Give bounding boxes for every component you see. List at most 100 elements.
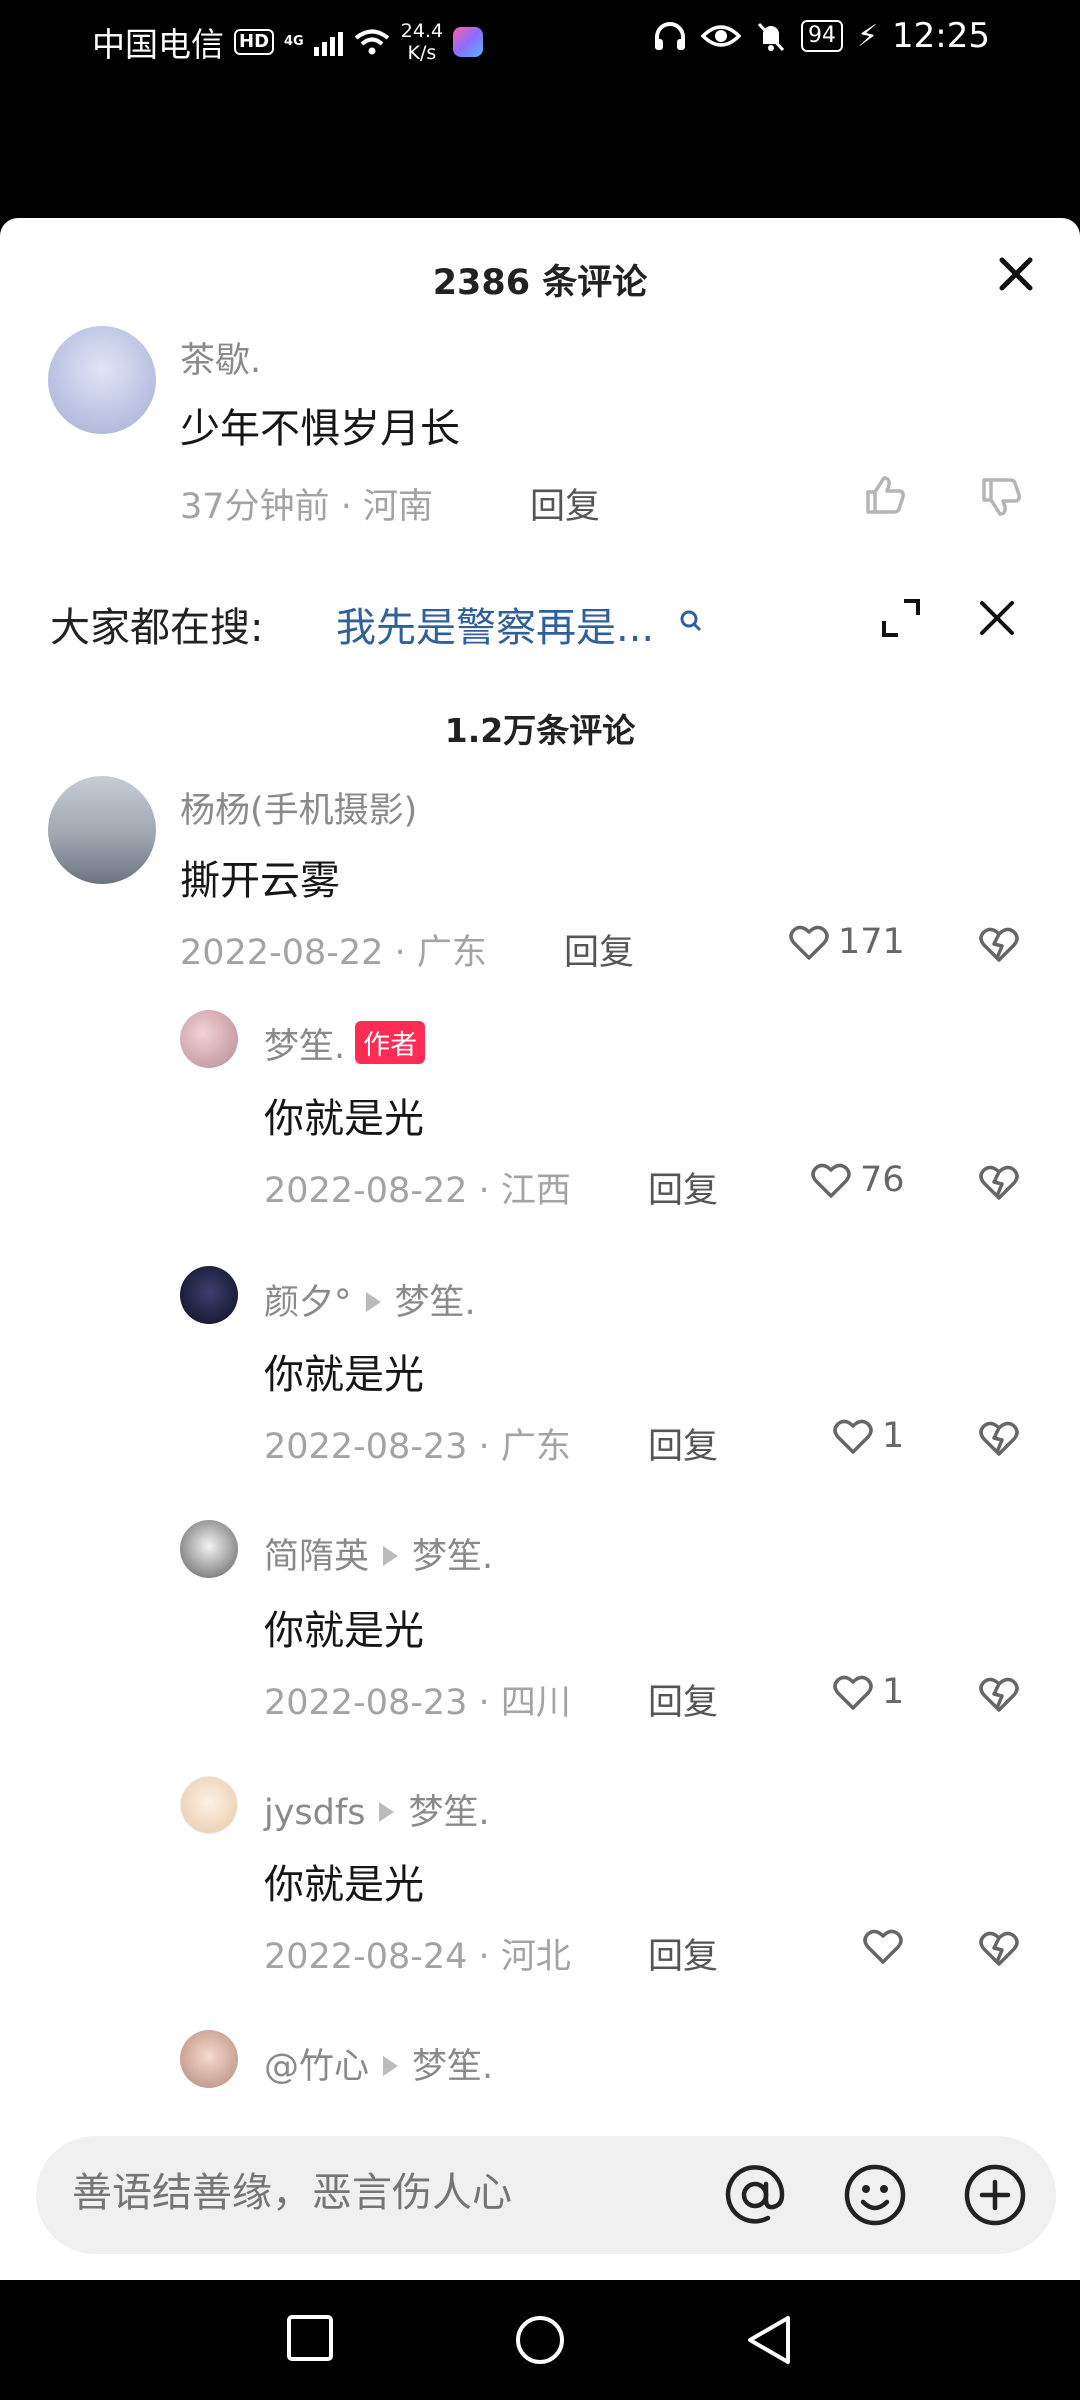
comment-location: 河北 bbox=[500, 1937, 571, 1977]
battery-icon: 94 bbox=[800, 20, 843, 52]
emoji-icon[interactable] bbox=[842, 2162, 908, 2228]
expand-icon[interactable] bbox=[878, 595, 924, 641]
meta-separator: · bbox=[340, 487, 363, 527]
heart-icon bbox=[863, 1929, 903, 1964]
avatar[interactable] bbox=[180, 1010, 238, 1068]
author-badge: 作者 bbox=[355, 1021, 426, 1064]
charging-icon: ⚡ bbox=[856, 18, 879, 54]
back-icon[interactable] bbox=[742, 2312, 794, 2368]
comment-date: 2022-08-23 bbox=[264, 1427, 468, 1467]
avatar[interactable] bbox=[48, 776, 156, 884]
comment-meta: 2022-08-22 · 江西 bbox=[264, 1162, 571, 1213]
reply-username: @竹心 bbox=[264, 2047, 370, 2087]
comment-location: 广东 bbox=[500, 1427, 571, 1467]
comment-username[interactable]: @竹心 梦笙. bbox=[264, 2038, 493, 2089]
headphones-icon bbox=[654, 22, 685, 50]
reply-to-username: 梦笙. bbox=[408, 1793, 490, 1833]
reply-to-username: 梦笙. bbox=[412, 1537, 494, 1577]
broken-heart-icon[interactable] bbox=[978, 1928, 1020, 1968]
comment-text: 你就是光 bbox=[264, 1096, 424, 1142]
reply-button[interactable]: 回复 bbox=[648, 1928, 718, 1979]
trending-search-bar: 大家都在搜: 我先是警察再是... bbox=[0, 573, 1080, 663]
reply-button[interactable]: 回复 bbox=[564, 924, 634, 975]
comment-date: 2022-08-23 bbox=[264, 1683, 468, 1723]
like-count: 171 bbox=[838, 922, 905, 962]
reply-username: 颜夕° bbox=[264, 1283, 352, 1323]
reply-username: 简隋英 bbox=[264, 1537, 370, 1577]
plus-icon[interactable] bbox=[962, 2162, 1028, 2228]
broken-heart-icon[interactable] bbox=[978, 924, 1020, 964]
avatar[interactable] bbox=[180, 2030, 238, 2088]
comment-text: 撕开云雾 bbox=[180, 858, 340, 904]
broken-heart-icon[interactable] bbox=[978, 1674, 1020, 1714]
heart-icon bbox=[811, 1163, 851, 1198]
speed-value: 24.4 bbox=[400, 20, 444, 42]
reply-username: jysdfs bbox=[264, 1793, 366, 1833]
like-count: 76 bbox=[860, 1160, 905, 1200]
meta-separator: · bbox=[478, 1683, 501, 1723]
close-icon[interactable] bbox=[992, 250, 1040, 298]
avatar[interactable] bbox=[180, 1266, 238, 1324]
trending-search-text: 我先是警察再是... bbox=[336, 605, 655, 651]
comment-count-title: 2386 条评论 bbox=[432, 263, 648, 303]
comment-date: 2022-08-22 bbox=[180, 933, 384, 973]
comment-text: 你就是光 bbox=[264, 1352, 424, 1398]
comment-username[interactable]: 颜夕° 梦笙. bbox=[264, 1274, 476, 1325]
meta-separator: · bbox=[478, 1427, 501, 1467]
like-button[interactable]: 1 bbox=[832, 1672, 904, 1712]
mute-bell-icon bbox=[757, 22, 785, 52]
reply-username: 梦笙. bbox=[264, 1027, 346, 1067]
reply-arrow-icon bbox=[365, 1292, 381, 1312]
comment-text: 少年不惧岁月长 bbox=[180, 406, 460, 452]
hd-icon: HD bbox=[234, 29, 275, 55]
reply-button[interactable]: 回复 bbox=[530, 478, 600, 529]
comment-sheet: 2386 条评论 茶歇. 少年不惧岁月长 37分钟前 · 河南 回复 大家都在搜… bbox=[0, 218, 1080, 2280]
app-notification-icon bbox=[453, 27, 484, 57]
like-count: 1 bbox=[882, 1672, 905, 1712]
like-button[interactable] bbox=[862, 1926, 904, 1966]
avatar[interactable] bbox=[180, 1520, 238, 1578]
reply-button[interactable]: 回复 bbox=[648, 1162, 718, 1213]
status-right: 94 ⚡ 12:25 bbox=[653, 16, 990, 56]
meta-separator: · bbox=[478, 1937, 501, 1977]
trending-search-query[interactable]: 我先是警察再是... bbox=[336, 595, 705, 653]
broken-heart-icon[interactable] bbox=[978, 1418, 1020, 1458]
thumb-down-icon[interactable] bbox=[978, 474, 1024, 520]
comment-date: 2022-08-22 bbox=[264, 1171, 468, 1211]
heart-icon bbox=[833, 1419, 873, 1454]
like-button[interactable]: 1 bbox=[832, 1416, 904, 1456]
comment-meta: 2022-08-23 · 四川 bbox=[264, 1674, 571, 1725]
like-button[interactable]: 171 bbox=[788, 922, 905, 962]
comment-date: 2022-08-24 bbox=[264, 1937, 468, 1977]
comment-username[interactable]: 简隋英 梦笙. bbox=[264, 1528, 493, 1579]
recent-apps-icon[interactable] bbox=[284, 2312, 336, 2364]
at-icon[interactable] bbox=[722, 2162, 788, 2228]
heart-icon bbox=[789, 925, 829, 960]
video-background bbox=[0, 78, 1080, 218]
dismiss-search-icon[interactable] bbox=[974, 595, 1020, 641]
reply-button[interactable]: 回复 bbox=[648, 1418, 718, 1469]
comment-location: 河南 bbox=[362, 487, 433, 527]
system-navigation-bar bbox=[0, 2280, 1080, 2400]
home-icon[interactable] bbox=[512, 2312, 568, 2368]
like-button[interactable]: 76 bbox=[810, 1160, 905, 1200]
avatar[interactable] bbox=[180, 1776, 238, 1834]
comment-text: 你就是光 bbox=[264, 1862, 424, 1908]
carrier-name: 中国电信 bbox=[92, 25, 224, 64]
thumb-up-icon[interactable] bbox=[862, 472, 908, 518]
speed-unit: K/s bbox=[407, 42, 437, 64]
comment-location: 四川 bbox=[500, 1683, 571, 1723]
comment-input[interactable] bbox=[72, 2170, 592, 2216]
comment-username[interactable]: jysdfs 梦笙. bbox=[264, 1784, 490, 1835]
avatar[interactable] bbox=[48, 326, 156, 434]
reply-button[interactable]: 回复 bbox=[648, 1674, 718, 1725]
comment-input-bar bbox=[36, 2136, 1056, 2254]
broken-heart-icon[interactable] bbox=[978, 1162, 1020, 1202]
meta-separator: · bbox=[394, 933, 417, 973]
comment-username[interactable]: 杨杨(手机摄影) bbox=[180, 782, 417, 833]
comment-username[interactable]: 茶歇. bbox=[180, 332, 261, 383]
signal-icon bbox=[313, 28, 343, 56]
wifi-icon bbox=[354, 29, 389, 55]
comment-username[interactable]: 梦笙. 作者 bbox=[264, 1018, 426, 1069]
comment-meta: 2022-08-23 · 广东 bbox=[264, 1418, 571, 1469]
